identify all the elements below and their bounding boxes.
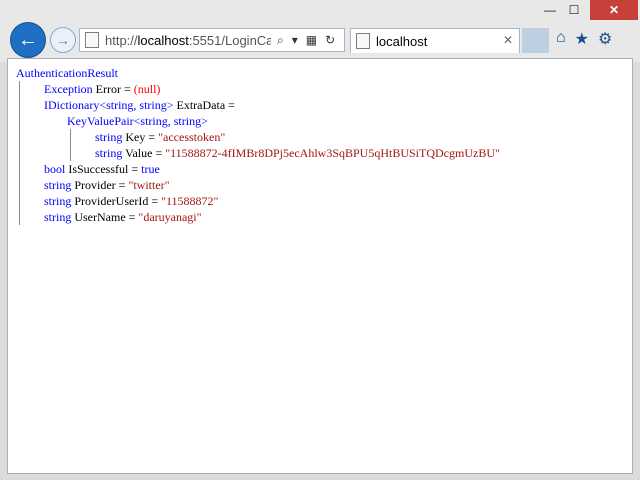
new-tab-button[interactable] [522, 28, 549, 53]
type-label: string [95, 146, 123, 160]
member-name: Error = [92, 82, 134, 96]
close-button[interactable]: ✕ [590, 0, 638, 20]
minimize-button[interactable]: — [538, 0, 562, 20]
member-value-text: "11588872-4fIMBr8DPj5ecAhlw3SqBPU5qHtBUS… [165, 146, 500, 160]
member-error: Exception Error = (null) [44, 81, 626, 97]
member-value: "daruyanagi" [138, 210, 202, 224]
member-provider: string Provider = "twitter" [44, 177, 626, 193]
home-icon[interactable]: ⌂ [556, 29, 566, 49]
close-icon[interactable]: ✕ [503, 33, 513, 47]
type-label: string [44, 178, 72, 192]
compatibility-view-icon[interactable]: ▦ [306, 33, 317, 48]
star-icon[interactable]: ★ [575, 29, 589, 49]
kvp-header: KeyValuePair<string, string> [67, 113, 626, 129]
gear-icon[interactable]: ⚙ [598, 29, 612, 49]
title-bar: — ☐ ✕ ← → http://localhost:5551/LoginCa … [0, 0, 640, 62]
kvp-members: string Key = "accesstoken" string Value … [70, 129, 626, 161]
address-url[interactable]: http://localhost:5551/LoginCa [105, 33, 271, 48]
tab-localhost[interactable]: localhost ✕ [350, 28, 520, 53]
member-name: Key = [122, 130, 159, 144]
root-type: AuthenticationResult [16, 66, 118, 80]
root-members: Exception Error = (null) IDictionary<str… [19, 81, 626, 225]
member-name: Value = [122, 146, 166, 160]
address-actions: ⌕ ▾ ▦ ↻ [277, 33, 335, 48]
generic-args: <string, string> [133, 114, 208, 128]
member-value: "11588872" [161, 194, 219, 208]
member-key: string Key = "accesstoken" [95, 129, 626, 145]
type-label: Exception [44, 82, 93, 96]
page-content: AuthenticationResult Exception Error = (… [7, 58, 633, 474]
type-label: bool [44, 162, 66, 176]
url-host: localhost [137, 32, 189, 48]
member-name: Provider = [71, 178, 129, 192]
member-name: ExtraData = [173, 98, 235, 112]
refresh-icon[interactable]: ↻ [325, 33, 335, 48]
extradata-members: KeyValuePair<string, string> string Key … [47, 113, 626, 161]
arrow-left-icon: ← [18, 28, 38, 51]
member-value: (null) [133, 82, 161, 96]
type-label: string [44, 194, 72, 208]
type-label: string [44, 210, 72, 224]
forward-button[interactable]: → [50, 27, 76, 53]
member-value: true [141, 162, 160, 176]
member-name: ProviderUserId = [71, 194, 162, 208]
arrow-right-icon: → [56, 32, 70, 48]
type-label: KeyValuePair [67, 114, 134, 128]
browser-window: — ☐ ✕ ← → http://localhost:5551/LoginCa … [0, 0, 640, 480]
maximize-button[interactable]: ☐ [562, 0, 586, 20]
generic-args: <string, string> [99, 98, 174, 112]
member-value: "accesstoken" [158, 130, 226, 144]
page-icon [85, 32, 99, 48]
member-extradata: IDictionary<string, string> ExtraData = [44, 97, 626, 113]
member-value: string Value = "11588872-4fIMBr8DPj5ecAh… [95, 145, 626, 161]
type-label: string [95, 130, 123, 144]
url-prefix: http:// [105, 32, 138, 48]
member-username: string UserName = "daruyanagi" [44, 209, 626, 225]
url-rest: :5551/LoginCa [188, 32, 271, 48]
tab-page-icon [356, 33, 370, 49]
object-dump: AuthenticationResult Exception Error = (… [16, 65, 626, 225]
member-value: "twitter" [128, 178, 170, 192]
back-button[interactable]: ← [10, 22, 46, 58]
chevron-down-icon[interactable]: ▾ [292, 33, 298, 48]
toolbar: ⌂ ★ ⚙ [556, 29, 612, 49]
member-provideruserid: string ProviderUserId = "11588872" [44, 193, 626, 209]
member-name: UserName = [71, 210, 139, 224]
type-label: IDictionary [44, 98, 100, 112]
tab-label: localhost [376, 33, 428, 49]
search-icon[interactable]: ⌕ [277, 33, 284, 48]
member-name: IsSuccessful = [65, 162, 142, 176]
address-bar[interactable]: http://localhost:5551/LoginCa ⌕ ▾ ▦ ↻ [79, 28, 345, 52]
member-issuccessful: bool IsSuccessful = true [44, 161, 626, 177]
